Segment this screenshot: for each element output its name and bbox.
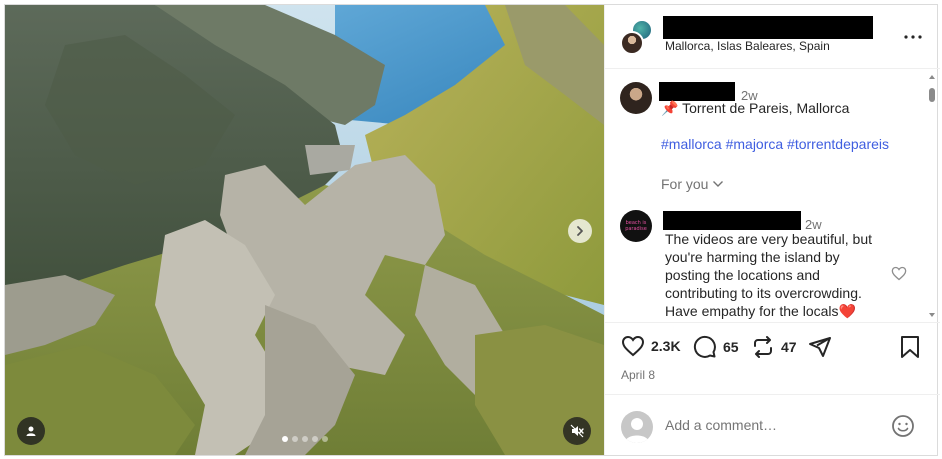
share-button[interactable] [808,335,832,359]
comment-count: 65 [723,339,739,355]
bookmark-icon [901,336,919,358]
post-media[interactable] [5,5,604,455]
avatar[interactable]: beach is paradise [620,210,652,242]
more-options-button[interactable] [901,27,925,47]
speaker-muted-icon [570,424,584,438]
for-you-label: For you [661,176,709,192]
post-date[interactable]: April 8 [621,368,655,382]
collab-avatars[interactable] [620,19,656,55]
post-actions: 2.3K 65 47 April 8 [605,322,940,394]
comment-text: The videos are very beautiful, but you'r… [665,231,873,319]
add-comment-bar [605,394,940,455]
chevron-down-icon [713,181,724,187]
comment-like-button[interactable] [891,266,907,286]
like-button[interactable]: 2.3K [621,335,681,357]
redacted-username[interactable] [659,82,735,101]
scroll-up-icon [929,75,935,79]
post-header: Mallorca, Islas Baleares, Spain [605,5,940,69]
carousel-indicator [282,436,328,442]
like-count: 2.3K [651,338,681,354]
send-icon [809,337,831,357]
repost-button[interactable]: 47 [751,335,797,359]
redacted-username[interactable] [663,16,873,39]
redacted-username[interactable] [663,211,801,230]
avatar [621,411,653,443]
comment-input[interactable] [665,417,875,433]
carousel-dot [282,436,288,442]
post-dialog: Mallorca, Islas Baleares, Spain 2w 📌 Tor… [4,4,940,456]
post-side-panel: Mallorca, Islas Baleares, Spain 2w 📌 Tor… [604,5,940,455]
carousel-dot [292,436,298,442]
chevron-right-icon [577,226,583,236]
carousel-dot [302,436,308,442]
user-tag-icon [26,426,36,436]
heart-icon [621,335,645,357]
comment-bubble-icon [693,335,716,358]
emoji-icon [892,415,914,437]
mute-toggle-button[interactable] [563,417,591,445]
default-user-icon [625,418,649,443]
for-you-toggle[interactable]: For you [661,176,724,192]
carousel-dot [312,436,318,442]
repost-icon [754,336,772,358]
carousel-dot [322,436,328,442]
emoji-button[interactable] [891,414,915,443]
repost-count: 47 [781,339,797,355]
avatar [620,31,644,55]
scrollbar-thumb[interactable] [929,88,935,102]
comments-section[interactable]: 2w 📌 Torrent de Pareis, Mallorca #mallor… [605,70,940,322]
save-button[interactable] [899,335,921,359]
heart-icon [891,266,907,281]
more-horizontal-icon [904,35,922,39]
comments-scrollbar[interactable] [926,74,938,318]
comment-button[interactable]: 65 [693,335,739,359]
tagged-users-button[interactable] [17,417,45,445]
scroll-down-icon [929,313,935,317]
caption-hashtags[interactable]: #mallorca #majorca #torrentdepareis [661,136,889,152]
location-link[interactable]: Mallorca, Islas Baleares, Spain [665,39,830,53]
caption-text: 📌 Torrent de Pareis, Mallorca [661,100,850,116]
next-slide-button[interactable] [568,219,592,243]
avatar[interactable] [620,82,652,114]
landscape-photo [5,5,604,455]
